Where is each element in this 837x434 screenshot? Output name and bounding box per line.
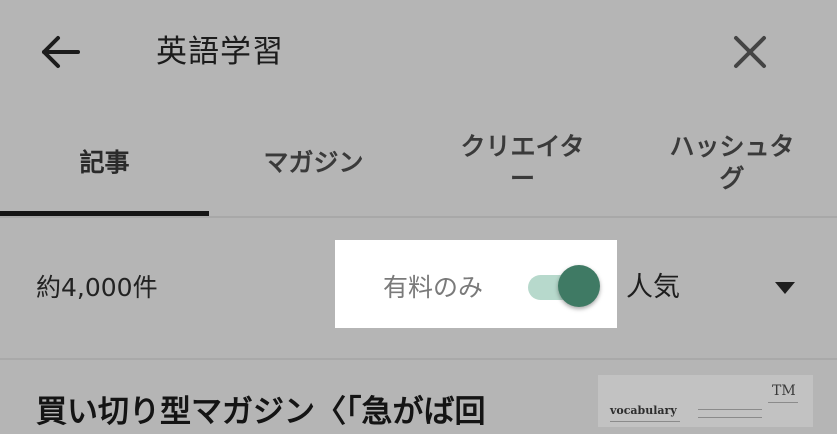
tab-label: クリエイタ ー bbox=[460, 132, 585, 193]
search-tabs: 記事 マガジン クリエイタ ー ハッシュタ グ bbox=[0, 110, 837, 216]
paid-only-label: 有料のみ bbox=[383, 273, 484, 302]
tab-label: 記事 bbox=[79, 148, 130, 177]
divider bbox=[0, 358, 837, 360]
thumbnail-decoration bbox=[698, 417, 762, 418]
tab-magazines[interactable]: マガジン bbox=[209, 110, 418, 216]
tab-hashtags[interactable]: ハッシュタ グ bbox=[627, 110, 837, 216]
divider bbox=[0, 216, 837, 218]
thumbnail-logo: TM bbox=[772, 383, 796, 399]
thumbnail-decoration bbox=[768, 402, 798, 403]
sort-dropdown[interactable] bbox=[772, 280, 798, 296]
sort-select[interactable]: 人気 bbox=[626, 268, 680, 308]
close-icon bbox=[734, 36, 766, 68]
caret-down-icon bbox=[775, 282, 795, 294]
article-thumbnail[interactable]: vocabulary TM bbox=[598, 375, 813, 427]
page-title: 英語学習 bbox=[156, 34, 284, 70]
toggle-knob bbox=[558, 265, 600, 307]
back-button[interactable] bbox=[36, 30, 84, 74]
tab-label: ハッシュタ グ bbox=[669, 132, 795, 193]
tab-label: マガジン bbox=[263, 148, 364, 177]
app-header: 英語学習 bbox=[0, 0, 837, 105]
arrow-left-icon bbox=[42, 36, 80, 68]
thumbnail-decoration bbox=[610, 421, 680, 422]
tab-articles[interactable]: 記事 bbox=[0, 110, 209, 216]
result-count: 約4,000件 bbox=[36, 273, 158, 302]
tab-creators[interactable]: クリエイタ ー bbox=[418, 110, 627, 216]
paid-only-toggle[interactable] bbox=[528, 262, 600, 308]
thumbnail-decoration bbox=[698, 409, 762, 410]
thumbnail-text: vocabulary bbox=[610, 404, 677, 417]
article-title[interactable]: 買い切り型マガジン〈「急がば回 bbox=[36, 390, 486, 434]
close-button[interactable] bbox=[728, 30, 772, 74]
